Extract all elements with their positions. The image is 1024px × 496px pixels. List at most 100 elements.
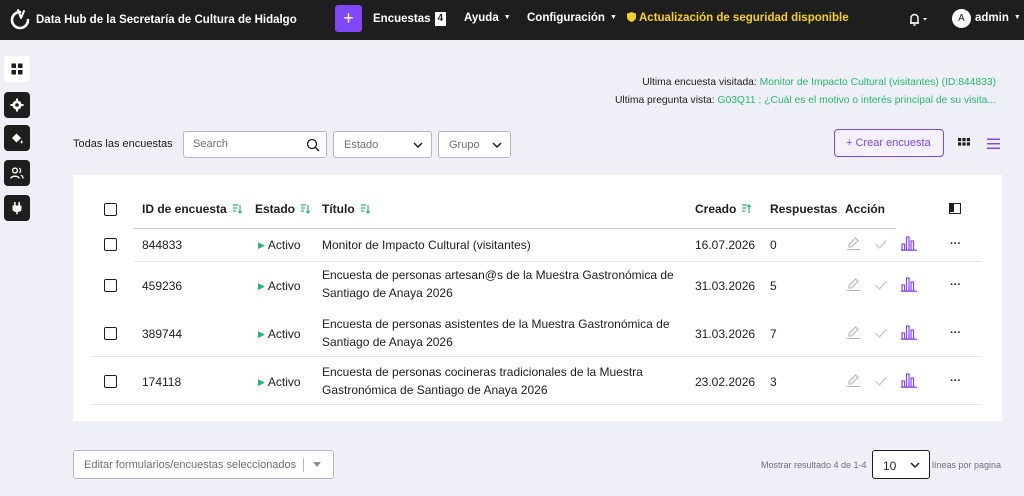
row-status: ▶ Activo	[258, 238, 301, 252]
avatar[interactable]: A	[952, 9, 971, 28]
checkmark-icon[interactable]	[874, 238, 888, 250]
sidebar-item-plugins[interactable]	[4, 195, 30, 221]
security-label: Actualización de seguridad disponible	[639, 12, 849, 24]
active-status-icon: ▶	[258, 281, 265, 291]
add-button[interactable]: +	[335, 5, 362, 32]
header-divider	[134, 228, 896, 229]
sidebar-item-themes[interactable]	[4, 125, 30, 151]
users-icon	[10, 167, 24, 179]
row-responses: 3	[770, 375, 777, 389]
checkmark-icon[interactable]	[874, 375, 888, 387]
more-options-icon[interactable]: ···	[950, 375, 961, 387]
column-id-label: ID de encuesta	[142, 202, 227, 216]
create-survey-button[interactable]: + Crear encuesta	[834, 129, 944, 157]
edit-pencil-icon[interactable]	[846, 373, 861, 388]
nav-config-label: Configuración	[527, 12, 605, 24]
user-menu[interactable]: admin ▼	[975, 12, 1021, 24]
column-header-action: Acción	[845, 202, 886, 216]
group-filter-select[interactable]: Grupo	[438, 131, 511, 158]
edit-pencil-icon[interactable]	[846, 236, 861, 251]
more-options-icon[interactable]: ···	[950, 327, 961, 339]
plugin-icon	[12, 202, 22, 215]
shield-icon	[627, 12, 636, 22]
security-update-link[interactable]: Actualización de seguridad disponible	[627, 12, 849, 24]
active-status-icon: ▶	[258, 377, 265, 387]
row-responses: 7	[770, 327, 777, 341]
column-header-created[interactable]: Creado	[695, 202, 752, 216]
column-header-id[interactable]: ID de encuesta	[142, 202, 242, 216]
chevron-down-icon	[413, 142, 423, 149]
gear-icon	[10, 98, 24, 112]
row-divider	[92, 356, 982, 357]
status-filter-select[interactable]: Estado	[333, 131, 432, 158]
column-settings-icon[interactable]	[949, 203, 961, 214]
checkmark-icon[interactable]	[874, 327, 888, 339]
row-title[interactable]: Encuesta de personas asistentes de la Mu…	[322, 315, 682, 351]
select-all-checkbox[interactable]	[104, 203, 117, 216]
sort-active-icon[interactable]	[741, 204, 752, 214]
sidebar-item-users[interactable]	[4, 160, 30, 186]
row-checkbox[interactable]	[104, 279, 117, 292]
row-title[interactable]: Monitor de Impacto Cultural (visitantes)	[322, 238, 531, 252]
edit-pencil-icon[interactable]	[846, 325, 861, 340]
last-question-link[interactable]: G03Q11 : ¿Cuál es el motivo o interés pr…	[717, 95, 996, 106]
per-page-value: 10	[883, 459, 897, 473]
list-view-icon[interactable]	[986, 137, 1001, 151]
all-surveys-label: Todas las encuestas	[73, 138, 173, 150]
row-status-label: Activo	[267, 327, 301, 341]
sort-icon[interactable]	[300, 204, 311, 214]
checkmark-icon[interactable]	[874, 279, 888, 291]
row-checkbox[interactable]	[104, 238, 117, 251]
column-header-responses: Respuestas	[770, 202, 838, 216]
sort-icon[interactable]	[232, 204, 242, 214]
more-options-icon[interactable]: ···	[950, 238, 961, 250]
nav-surveys[interactable]: Encuestas 4	[373, 12, 447, 26]
bulk-edit-label: Editar formularios/encuestas seleccionad…	[84, 459, 297, 471]
row-responses: 5	[770, 279, 777, 293]
more-options-icon[interactable]: ···	[950, 279, 961, 291]
dashboard-icon	[11, 63, 23, 75]
row-created: 16.07.2026	[695, 238, 756, 252]
app-title[interactable]: Data Hub de la Secretaría de Cultura de …	[36, 14, 297, 26]
search-box[interactable]	[183, 131, 327, 158]
edit-pencil-icon[interactable]	[846, 277, 861, 292]
column-title-label: Título	[322, 202, 355, 216]
last-survey-link[interactable]: Monitor de Impacto Cultural (visitantes)…	[760, 77, 996, 88]
row-divider	[92, 404, 982, 405]
per-page-suffix: líneas por pagina	[932, 460, 1002, 470]
row-title[interactable]: Encuesta de personas cocineras tradicion…	[322, 363, 662, 399]
logo-icon[interactable]	[9, 8, 31, 30]
column-header-status[interactable]: Estado	[255, 202, 311, 216]
row-responses: 0	[770, 238, 777, 252]
bar-chart-icon[interactable]	[901, 372, 917, 388]
last-visited-survey: Ultima encuesta visitada: Monitor de Imp…	[642, 77, 996, 88]
grid-view-icon[interactable]	[957, 137, 971, 151]
search-input[interactable]	[193, 138, 303, 150]
row-checkbox[interactable]	[104, 375, 117, 388]
sidebar-item-settings[interactable]	[4, 92, 30, 118]
caret-down-icon	[313, 462, 321, 467]
row-created: 31.03.2026	[695, 327, 756, 341]
per-page-select[interactable]: 10	[872, 450, 930, 479]
bar-chart-icon[interactable]	[901, 235, 917, 251]
row-checkbox[interactable]	[104, 327, 117, 340]
row-title[interactable]: Encuesta de personas artesan@s de la Mue…	[322, 266, 682, 302]
nav-help-menu[interactable]: Ayuda ▼	[464, 12, 511, 24]
row-status: ▶ Activo	[258, 279, 301, 293]
bar-chart-icon[interactable]	[901, 276, 917, 292]
nav-surveys-label: Encuestas	[373, 13, 431, 25]
row-status: ▶ Activo	[258, 375, 301, 389]
sort-icon[interactable]	[360, 204, 370, 214]
column-created-label: Creado	[695, 202, 737, 216]
bar-chart-icon[interactable]	[901, 324, 917, 340]
last-survey-label: Ultima encuesta visitada:	[642, 77, 757, 88]
bulk-edit-select[interactable]: Editar formularios/encuestas seleccionad…	[73, 450, 334, 479]
search-icon[interactable]	[306, 138, 320, 152]
sidebar-item-dashboard[interactable]	[4, 56, 30, 82]
last-question-label: Ultima pregunta vista:	[615, 95, 715, 106]
nav-help-label: Ayuda	[464, 12, 499, 24]
notifications-bell-icon[interactable]	[907, 11, 929, 27]
chevron-down-icon	[492, 142, 502, 149]
nav-config-menu[interactable]: Configuración ▼	[527, 12, 617, 24]
column-header-title[interactable]: Título	[322, 202, 370, 216]
